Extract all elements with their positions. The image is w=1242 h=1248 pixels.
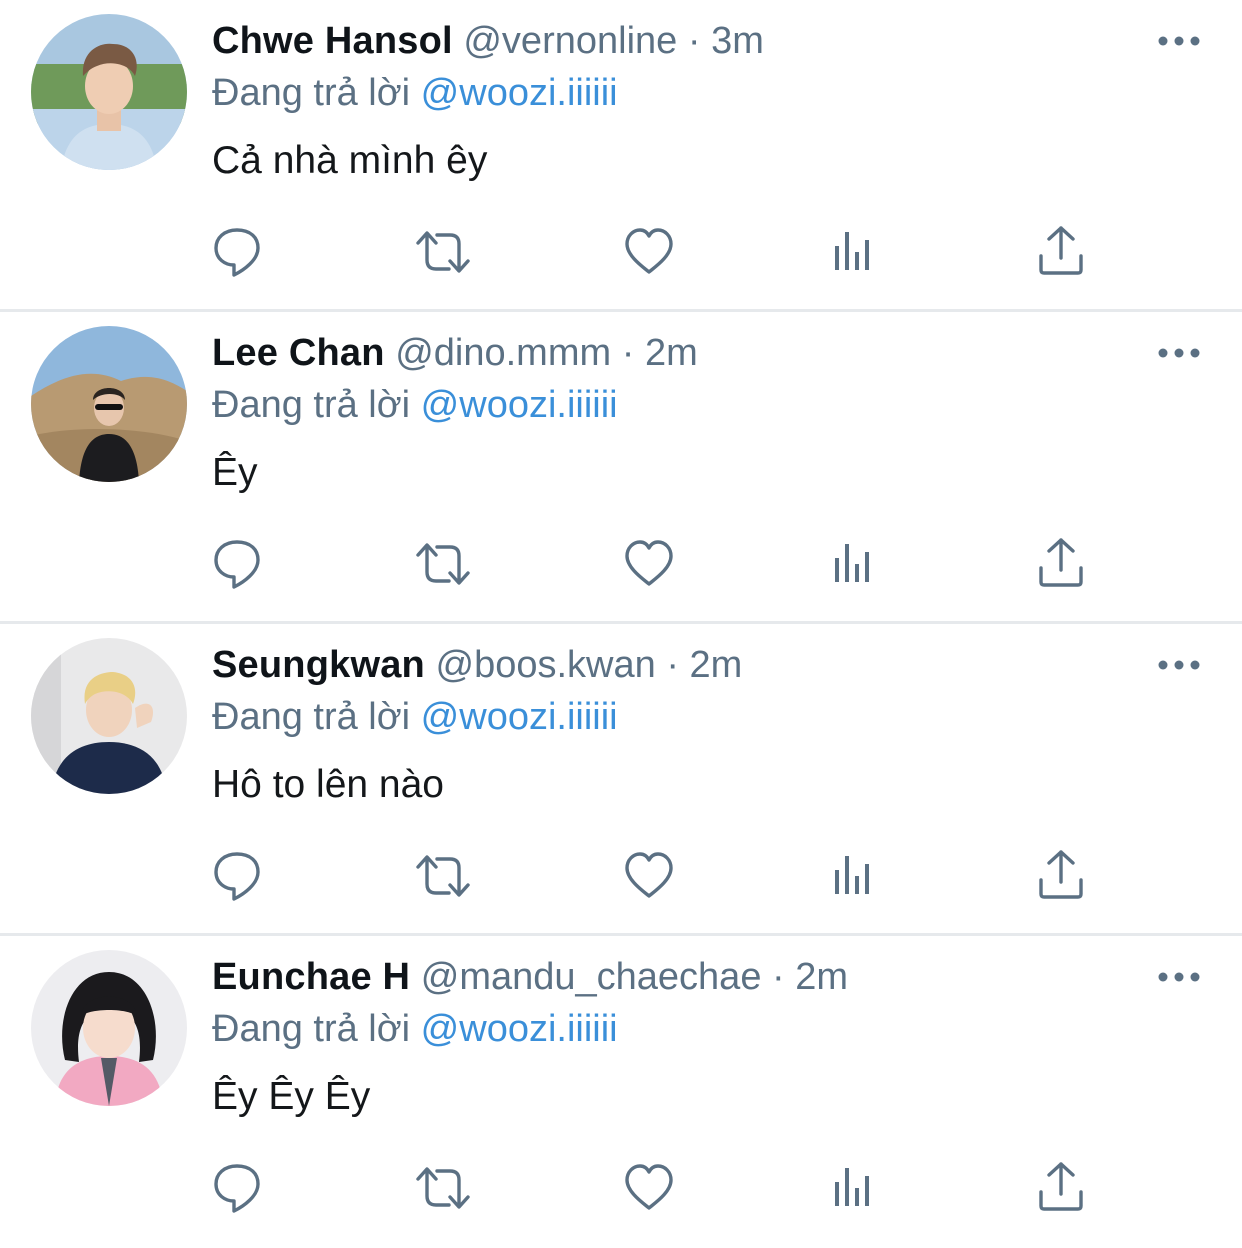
more-icon[interactable] — [1156, 338, 1202, 368]
action-bar — [0, 1158, 1242, 1218]
replying-label: Đang trả lời — [212, 696, 411, 738]
display-name[interactable]: Chwe Hansol — [212, 20, 453, 62]
user-handle[interactable]: @mandu_chaechae — [421, 956, 762, 998]
heart-icon[interactable] — [619, 1158, 679, 1218]
separator-dot: · — [621, 332, 635, 374]
more-icon[interactable] — [1156, 650, 1202, 680]
mention-link[interactable]: @woozi.iiiiii — [421, 1008, 618, 1050]
tweet-header: Chwe Hansol @vernonline · 3m — [212, 14, 764, 68]
tweet[interactable]: Eunchae H @mandu_chaechae · 2m Đang trả … — [0, 936, 1242, 1248]
heart-icon[interactable] — [619, 534, 679, 594]
replying-to: Đang trả lời @woozi.iiiiii — [212, 66, 618, 120]
retweet-icon[interactable] — [413, 222, 473, 282]
reply-icon[interactable] — [207, 534, 267, 594]
separator-dot: · — [687, 20, 701, 62]
tweet-text: Êy — [212, 451, 258, 494]
analytics-icon[interactable] — [826, 222, 886, 282]
retweet-icon[interactable] — [413, 534, 473, 594]
reply-icon[interactable] — [207, 1158, 267, 1218]
replying-to: Đang trả lời @woozi.iiiiii — [212, 690, 618, 744]
tweet[interactable]: Chwe Hansol @vernonline · 3m Đang trả lờ… — [0, 0, 1242, 312]
action-bar — [0, 846, 1242, 906]
avatar[interactable] — [31, 638, 187, 794]
tweet[interactable]: Seungkwan @boos.kwan · 2m Đang trả lời @… — [0, 624, 1242, 936]
retweet-icon[interactable] — [413, 1158, 473, 1218]
display-name[interactable]: Eunchae H — [212, 956, 410, 998]
share-icon[interactable] — [1031, 222, 1091, 282]
analytics-icon[interactable] — [826, 534, 886, 594]
analytics-icon[interactable] — [826, 1158, 886, 1218]
share-icon[interactable] — [1031, 846, 1091, 906]
action-bar — [0, 534, 1242, 594]
replying-to: Đang trả lời @woozi.iiiiii — [212, 378, 618, 432]
user-handle[interactable]: @vernonline — [463, 20, 677, 62]
user-handle[interactable]: @dino.mmm — [395, 332, 611, 374]
timestamp[interactable]: 2m — [690, 644, 743, 686]
timestamp[interactable]: 2m — [645, 332, 698, 374]
avatar[interactable] — [31, 326, 187, 482]
tweet-header: Eunchae H @mandu_chaechae · 2m — [212, 950, 848, 1004]
more-icon[interactable] — [1156, 962, 1202, 992]
tweet-text: Hô to lên nào — [212, 763, 445, 806]
analytics-icon[interactable] — [826, 846, 886, 906]
mention-link[interactable]: @woozi.iiiiii — [421, 72, 618, 114]
tweet-header: Seungkwan @boos.kwan · 2m — [212, 638, 742, 692]
replying-to: Đang trả lời @woozi.iiiiii — [212, 1002, 618, 1056]
tweet-header: Lee Chan @dino.mmm · 2m — [212, 326, 698, 380]
avatar[interactable] — [31, 950, 187, 1106]
heart-icon[interactable] — [619, 846, 679, 906]
replying-label: Đang trả lời — [212, 1008, 411, 1050]
avatar[interactable] — [31, 14, 187, 170]
share-icon[interactable] — [1031, 534, 1091, 594]
tweet-text: Cả nhà mình êy — [212, 139, 488, 182]
retweet-icon[interactable] — [413, 846, 473, 906]
replying-label: Đang trả lời — [212, 384, 411, 426]
tweet-text: Êy Êy Êy — [212, 1075, 371, 1118]
display-name[interactable]: Lee Chan — [212, 332, 385, 374]
timestamp[interactable]: 2m — [795, 956, 848, 998]
mention-link[interactable]: @woozi.iiiiii — [421, 696, 618, 738]
tweet[interactable]: Lee Chan @dino.mmm · 2m Đang trả lời @wo… — [0, 312, 1242, 624]
timestamp[interactable]: 3m — [711, 20, 764, 62]
user-handle[interactable]: @boos.kwan — [436, 644, 656, 686]
separator-dot: · — [772, 956, 785, 998]
separator-dot: · — [666, 644, 679, 686]
action-bar — [0, 222, 1242, 282]
more-icon[interactable] — [1156, 26, 1202, 56]
share-icon[interactable] — [1031, 1158, 1091, 1218]
mention-link[interactable]: @woozi.iiiiii — [421, 384, 618, 426]
heart-icon[interactable] — [619, 222, 679, 282]
replying-label: Đang trả lời — [212, 72, 411, 114]
reply-icon[interactable] — [207, 222, 267, 282]
reply-icon[interactable] — [207, 846, 267, 906]
display-name[interactable]: Seungkwan — [212, 644, 425, 686]
